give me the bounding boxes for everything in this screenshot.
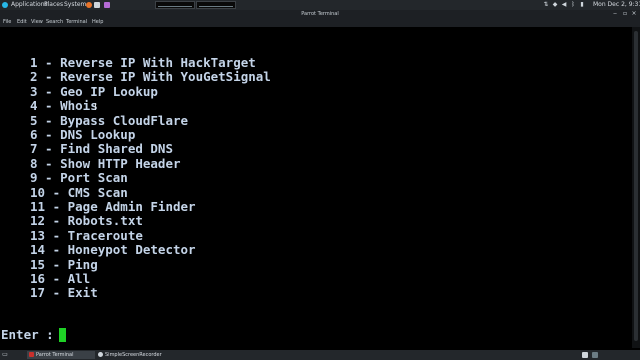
app-launcher-icon[interactable] xyxy=(104,2,110,8)
window-titlebar[interactable]: Parrot Terminal ‒ ▫ × xyxy=(0,10,640,18)
system-menu[interactable]: System xyxy=(64,0,86,10)
input-prompt: Enter : xyxy=(1,327,62,342)
menu-option-17: 17 - Exit xyxy=(30,285,98,301)
menu-option-11: 11 - Page Admin Finder xyxy=(30,199,196,214)
menu-edit[interactable]: Edit xyxy=(17,18,27,27)
workspace-preview xyxy=(199,6,233,7)
menu-option-9: 9 - Port Scan xyxy=(30,170,128,186)
task-parrot-terminal[interactable]: Parrot Terminal xyxy=(27,351,95,359)
menubar: File Edit View Search Terminal Help xyxy=(0,18,640,27)
menu-option-14: 14 - Honeypot Detector xyxy=(30,242,196,258)
workspace-preview xyxy=(158,6,192,7)
parrot-logo-icon[interactable] xyxy=(2,2,8,8)
workspace-1[interactable] xyxy=(155,1,195,9)
menu-option-10: 10 - CMS Scan xyxy=(30,184,128,200)
menu-option-2: 2 - Reverse IP With YouGetSignal xyxy=(30,69,271,85)
clock[interactable]: Mon Dec 2, 9:31 AM xyxy=(593,0,640,10)
menu-option-16: 16 - All xyxy=(30,271,91,286)
workspace-switcher-1[interactable] xyxy=(582,352,588,358)
task-screen-recorder[interactable]: SimpleScreenRecorder xyxy=(96,351,186,359)
maximize-icon[interactable]: ▫ xyxy=(622,11,628,17)
task-label: SimpleScreenRecorder xyxy=(105,352,162,358)
places-menu[interactable]: Places xyxy=(44,0,63,10)
network-icon[interactable]: ⇅ xyxy=(543,2,549,8)
menu-option-7: 7 - Find Shared DNS xyxy=(30,141,173,157)
menu-file[interactable]: File xyxy=(3,18,11,27)
menu-option-13: 13 - Traceroute xyxy=(30,227,143,243)
top-panel: Applications Places System ⇅ ◆ ◀ ᛒ ▮ Mon… xyxy=(0,0,640,10)
task-label: Parrot Terminal xyxy=(36,352,74,358)
menu-option-12: 12 - Robots.txt xyxy=(30,213,143,229)
menu-terminal[interactable]: Terminal xyxy=(66,18,87,27)
show-desktop-icon[interactable]: ▭ xyxy=(2,352,8,358)
close-icon[interactable]: × xyxy=(631,11,637,17)
bluetooth-icon[interactable]: ᛒ xyxy=(570,2,576,8)
terminal-cursor[interactable] xyxy=(59,328,66,342)
menu-view[interactable]: View xyxy=(31,18,43,27)
menu-option-8: 8 - Show HTTP Header xyxy=(30,155,181,171)
workspace-2[interactable] xyxy=(196,1,236,9)
applications-menu[interactable]: Applications xyxy=(11,0,48,10)
recorder-app-icon xyxy=(98,352,103,357)
menu-option-3: 3 - Geo IP Lookup xyxy=(30,83,158,99)
scrollbar-thumb[interactable] xyxy=(634,31,638,341)
workspace-switcher-2[interactable] xyxy=(592,352,598,358)
volume-icon[interactable]: ◀ xyxy=(561,2,567,8)
menu-help[interactable]: Help xyxy=(92,18,103,27)
terminal-app-icon xyxy=(29,352,34,357)
bottom-taskbar: ▭ Parrot Terminal SimpleScreenRecorder xyxy=(0,350,640,360)
menu-option-15: 15 - Ping xyxy=(30,256,98,272)
files-launcher-icon[interactable] xyxy=(94,2,100,8)
minimize-icon[interactable]: ‒ xyxy=(612,11,618,17)
menu-option-4: 4 - Whois xyxy=(30,98,98,114)
firefox-launcher-icon[interactable] xyxy=(86,2,92,8)
menu-option-5: 5 - Bypass CloudFlare xyxy=(30,112,189,128)
menu-search[interactable]: Search xyxy=(46,18,63,27)
shield-icon[interactable]: ◆ xyxy=(552,2,558,8)
terminal-scrollbar[interactable] xyxy=(632,27,640,348)
menu-option-1: 1 - Reverse IP With HackTarget xyxy=(30,55,256,70)
window-title: Parrot Terminal xyxy=(301,11,339,17)
mouse-ibeam-cursor-icon xyxy=(95,103,96,110)
menu-option-6: 6 - DNS Lookup xyxy=(30,127,136,142)
battery-icon[interactable]: ▮ xyxy=(579,2,585,8)
